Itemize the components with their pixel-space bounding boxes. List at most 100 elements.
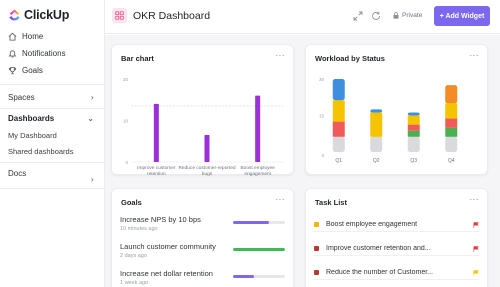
chevron-down-icon: ⌄ (87, 114, 94, 123)
more-options-icon[interactable]: ··· (470, 195, 480, 204)
sidebar-item-my-dashboard[interactable]: My Dashboard (8, 131, 57, 140)
sidebar-section-spaces[interactable]: Spaces › (8, 93, 94, 102)
private-label: Private (402, 12, 423, 19)
stacked-segment (332, 100, 345, 122)
sidebar-divider (0, 108, 104, 109)
flag-icon[interactable] (473, 245, 479, 252)
clickup-logo-icon (9, 9, 20, 21)
chevron-right-icon: › (90, 93, 94, 102)
x-tick-label: Q2 (373, 158, 380, 164)
widget-title: Task List (315, 198, 347, 207)
sidebar-section-docs[interactable]: Docs › (8, 169, 94, 184)
home-icon (8, 32, 17, 41)
goal-progress-bar (233, 248, 285, 251)
stacked-segment (370, 109, 383, 113)
widget-task-list: Task List ··· Boost employee engagement … (305, 188, 488, 287)
goal-time: 10 minutes ago (120, 226, 158, 232)
x-tick-label: bugs (202, 171, 213, 176)
stacked-segment (445, 85, 458, 104)
stacked-segment (407, 124, 420, 131)
x-tick-label: engagement (244, 171, 271, 176)
dashboard-icon (112, 8, 127, 23)
x-tick-label: Q3 (410, 158, 417, 164)
goal-time: 1 week ago (120, 280, 149, 286)
task-status-icon[interactable] (314, 246, 319, 251)
sidebar: ClickUp Home Notifications Goals Spaces … (0, 0, 105, 287)
x-tick-label: Q4 (448, 158, 455, 164)
flag-icon[interactable] (473, 221, 479, 228)
task-name: Improve customer retention and... (326, 245, 431, 252)
y-tick-label: 0 (125, 160, 128, 165)
sidebar-item-label: Notifications (22, 49, 66, 58)
section-label: Dashboards (8, 114, 55, 123)
flag-icon[interactable] (473, 269, 479, 276)
stacked-segment (407, 112, 420, 116)
goal-time: 2 days ago (120, 253, 147, 259)
bar (153, 103, 159, 162)
x-tick-label: Improve customer (137, 165, 176, 171)
widget-bar-chart: Bar chart ··· 0 10 20 Improve customer reten… (111, 44, 294, 176)
sidebar-item-shared-dashboards[interactable]: Shared dashboards (8, 147, 73, 156)
stacked-segment (370, 136, 383, 152)
stacked-segment (445, 127, 458, 137)
x-tick-label: Reduce customer-reported (178, 165, 235, 171)
goal-progress-fill (233, 275, 254, 278)
goal-item[interactable]: Increase net dollar retention 1 week ago (120, 269, 285, 286)
sidebar-item-goals[interactable]: Goals (8, 66, 43, 75)
header: OKR Dashboard Private + Add Widget (105, 0, 500, 34)
workload-chart-svg: 0 15 30 Q1 Q2 Q3 Q4 (319, 77, 458, 164)
more-options-icon[interactable]: ··· (276, 195, 286, 204)
stacked-segment (370, 112, 383, 137)
y-tick-label: 20 (123, 77, 129, 82)
sidebar-item-home[interactable]: Home (8, 32, 43, 41)
stacked-segment (332, 79, 345, 101)
goal-item[interactable]: Increase NPS by 10 bps 10 minutes ago (120, 215, 285, 232)
section-label: Spaces (8, 93, 35, 102)
bar (255, 95, 261, 162)
goal-progress-fill (233, 221, 270, 224)
widget-goals: Goals ··· Increase NPS by 10 bps 10 minu… (111, 188, 294, 287)
stacked-segment (407, 115, 420, 125)
x-tick-label: Boost employee (240, 165, 275, 171)
x-tick-label: retention (147, 171, 166, 176)
sidebar-item-notifications[interactable]: Notifications (8, 49, 66, 58)
y-tick-label: 30 (319, 77, 325, 82)
stacked-segment (332, 121, 345, 137)
section-label: Docs (8, 169, 27, 178)
lock-icon (393, 12, 399, 19)
y-tick-label: 15 (319, 114, 325, 119)
x-tick-label: Q1 (335, 158, 342, 164)
sidebar-section-dashboards[interactable]: Dashboards ⌄ (8, 114, 94, 123)
goal-item[interactable]: Launch customer community 2 days ago (120, 242, 285, 259)
sidebar-divider (0, 84, 104, 85)
stacked-segment (445, 118, 458, 128)
task-row[interactable]: Boost employee engagement (314, 218, 479, 232)
bar-chart-svg: 0 10 20 Improve customerretention Reduce cus… (123, 77, 283, 176)
task-name: Reduce the number of Customer... (326, 269, 433, 276)
stacked-segment (332, 136, 345, 152)
bell-icon (8, 50, 17, 58)
sidebar-divider (0, 162, 104, 163)
task-status-icon[interactable] (314, 270, 319, 275)
page-title: OKR Dashboard (133, 10, 211, 22)
add-widget-button[interactable]: + Add Widget (434, 6, 490, 26)
task-status-icon[interactable] (314, 222, 319, 227)
dashboard-canvas: Bar chart ··· 0 10 20 Improve customer reten… (105, 35, 500, 287)
trophy-icon (8, 66, 17, 75)
stacked-segment (407, 136, 420, 152)
refresh-icon[interactable] (371, 11, 381, 21)
task-row[interactable]: Improve customer retention and... (314, 242, 479, 256)
task-name: Boost employee engagement (326, 221, 418, 228)
privacy-toggle[interactable]: Private (393, 12, 422, 19)
goal-progress-bar (233, 275, 285, 278)
sidebar-item-label: Home (22, 32, 44, 41)
bar (204, 135, 210, 162)
stacked-segment (445, 136, 458, 152)
widget-workload: Workload by Status ··· 0 15 30 Q1 Q2 Q3 Q4 (305, 44, 488, 175)
task-row[interactable]: Reduce the number of Customer... (314, 266, 479, 280)
chevron-right-icon: › (90, 175, 94, 184)
app-name: ClickUp (24, 8, 70, 22)
expand-icon[interactable] (353, 11, 363, 21)
logo[interactable]: ClickUp (8, 8, 69, 22)
sidebar-divider (0, 188, 104, 189)
